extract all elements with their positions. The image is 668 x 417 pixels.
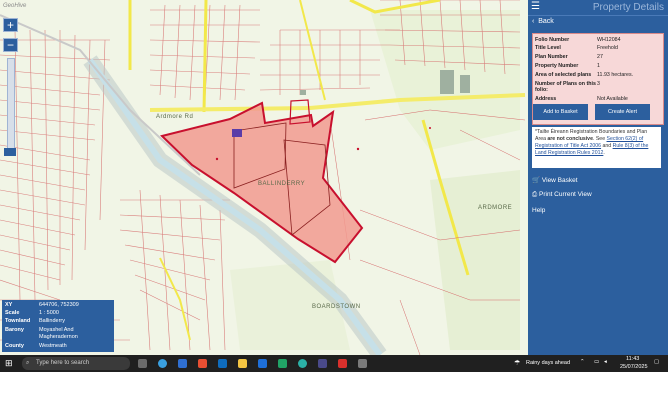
area-value: 11.93 hectares.	[597, 72, 634, 78]
ardmore-label: ARDMORE	[478, 205, 513, 211]
help-link[interactable]: Help	[532, 207, 545, 214]
view-basket-link[interactable]: 🛒 View Basket	[532, 176, 578, 184]
chevron-left-icon: ‹	[532, 18, 535, 25]
zoom-out-button[interactable]: −	[3, 38, 18, 52]
folio-number-value: WH12084	[597, 37, 621, 43]
address-value: Not Available	[597, 96, 628, 102]
excel-icon[interactable]	[278, 359, 287, 368]
store-icon[interactable]	[178, 359, 187, 368]
screen: GeoHive + − Ardmore Rd BALLINDERRY ARDMO…	[0, 0, 668, 372]
plans-count-value: 3	[597, 81, 600, 87]
notifications-icon[interactable]: ▢	[654, 359, 659, 365]
search-placeholder: Type here to search	[36, 360, 90, 366]
weather-icon[interactable]: ☂	[514, 359, 520, 367]
task-view-icon[interactable]	[138, 359, 147, 368]
barony-value: Moyashel And Magheradernon	[39, 327, 78, 340]
back-label: Back	[538, 18, 554, 25]
boardstown-label: BOARDSTOWN	[312, 304, 361, 310]
county-key: County	[5, 343, 24, 349]
geohive-brand: GeoHive	[3, 3, 27, 9]
app-icon[interactable]	[318, 359, 327, 368]
notice-text-3: and	[601, 143, 613, 149]
notice-text-2: . See	[592, 136, 607, 142]
back-link[interactable]: ‹ Back	[532, 18, 554, 25]
volume-icon[interactable]: ◂	[604, 359, 607, 365]
road-label: Ardmore Rd	[156, 114, 194, 120]
zoom-slider-track[interactable]	[7, 58, 15, 150]
location-info-box: XY 644706, 752309 Scale 1 : 5000 Townland B…	[2, 300, 114, 352]
clock-time[interactable]: 11:43	[626, 356, 639, 362]
zoom-in-button[interactable]: +	[3, 18, 18, 32]
plan-number-key: Plan Number	[535, 54, 568, 60]
townland-key: Townland	[5, 318, 31, 324]
chrome-icon[interactable]	[198, 359, 207, 368]
outlook-icon[interactable]	[218, 359, 227, 368]
taskbar-search-box[interactable]: ⌕ Type here to search	[22, 357, 130, 370]
print-view-link[interactable]: ⎙ Print Current View	[532, 191, 592, 199]
registration-notice: *Tailte Éireann Registration Boundaries …	[532, 127, 661, 168]
print-view-label: Print Current View	[539, 191, 592, 198]
printer-icon: ⎙	[532, 191, 538, 198]
sidebar-header: ☰ Property Details	[528, 0, 668, 16]
area-key: Area of selected plans	[535, 72, 592, 78]
notice-text-4: .	[603, 150, 605, 156]
zoom-slider-handle[interactable]	[4, 148, 16, 156]
address-key: Address	[535, 96, 557, 102]
network-icon[interactable]: ▭	[594, 359, 599, 365]
title-level-key: Title Level	[535, 45, 561, 51]
plans-count-key: Number of Plans on this folio:	[535, 81, 596, 93]
file-explorer-icon[interactable]	[238, 359, 247, 368]
clock-date[interactable]: 25/07/2025	[620, 364, 648, 370]
teams-icon[interactable]	[298, 359, 307, 368]
app-2-icon[interactable]	[358, 359, 367, 368]
townland-label: BALLINDERRY	[258, 181, 306, 187]
search-icon: ⌕	[26, 360, 30, 366]
property-number-value: 1	[597, 63, 600, 69]
plan-number-value: 27	[597, 54, 603, 60]
tray-chevron-icon[interactable]: ⌃	[580, 359, 585, 365]
hamburger-menu-icon[interactable]: ☰	[531, 2, 540, 12]
weather-text[interactable]: Rainy days ahead	[526, 360, 570, 366]
xy-key: XY	[5, 302, 13, 308]
building-marker	[232, 129, 242, 137]
create-alert-button[interactable]: Create Alert	[595, 104, 650, 120]
xy-value: 644706, 752309	[39, 302, 79, 308]
folio-number-key: Folio Number	[535, 37, 570, 43]
view-basket-label: View Basket	[541, 177, 578, 184]
notice-bold: are not conclusive	[547, 136, 593, 142]
property-sidebar: ☰ Property Details ‹ Back Folio Number WH…	[528, 0, 668, 355]
word-icon[interactable]	[258, 359, 267, 368]
basket-icon: 🛒	[532, 177, 541, 184]
map-view[interactable]: GeoHive + − Ardmore Rd BALLINDERRY ARDMO…	[0, 0, 528, 355]
scale-key: Scale	[5, 310, 20, 316]
sidebar-title: Property Details	[592, 2, 664, 13]
edge-browser-icon[interactable]	[158, 359, 167, 368]
county-value: Westmeath	[39, 343, 67, 349]
scale-value: 1 : 5000	[39, 310, 59, 316]
property-number-key: Property Number	[535, 63, 579, 69]
windows-taskbar: ⊞ ⌕ Type here to search ☂ Rainy days ahea…	[0, 355, 668, 372]
windows-start-icon[interactable]: ⊞	[5, 358, 13, 369]
title-level-value: Freehold	[597, 45, 618, 51]
add-to-basket-button[interactable]: Add to Basket	[533, 104, 588, 120]
acrobat-icon[interactable]	[338, 359, 347, 368]
barony-key: Barony	[5, 327, 24, 333]
townland-value: Ballinderry	[39, 318, 65, 324]
